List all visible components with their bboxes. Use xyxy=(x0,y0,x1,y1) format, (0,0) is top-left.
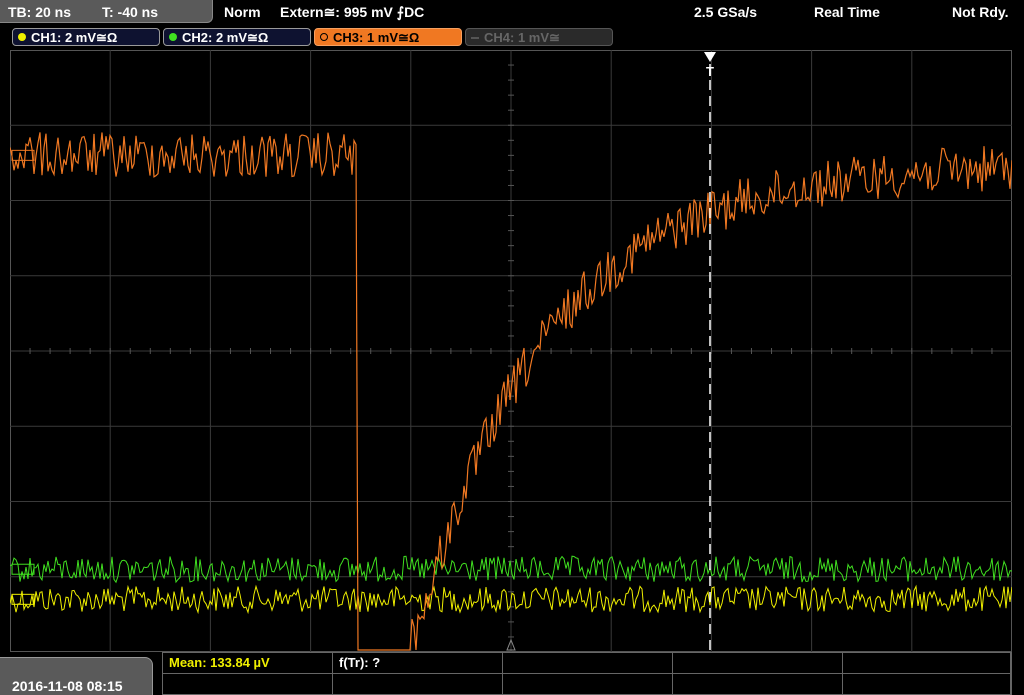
trigger-marker-label: T xyxy=(706,64,714,79)
channel-tab-ch4[interactable]: CH4: 1 mV≅ xyxy=(465,28,613,46)
channel-label: CH3: 1 mV≅Ω xyxy=(333,30,420,45)
trigger-arrow-icon xyxy=(704,52,716,62)
ch4-indicator-icon xyxy=(471,37,479,39)
channel-tab-ch2[interactable]: CH2: 2 mV≅Ω xyxy=(163,28,311,46)
ch1-indicator-icon xyxy=(18,33,26,41)
measurement-panel[interactable]: Mean: 133.84 µV f(Tr): ? xyxy=(162,652,1012,695)
timestamp-panel: 2016-11-08 08:15 xyxy=(0,657,153,695)
meas-cell xyxy=(503,653,673,674)
markers: T xyxy=(11,52,716,652)
meas-cell xyxy=(673,653,843,674)
meas-cell xyxy=(843,653,1011,674)
bottom-bar: 2016-11-08 08:15 Mean: 133.84 µV f(Tr): … xyxy=(0,652,1024,695)
mean-measurement[interactable]: Mean: 133.84 µV xyxy=(169,655,270,670)
channel-label: CH1: 2 mV≅Ω xyxy=(31,30,118,45)
channel-label: CH4: 1 mV≅ xyxy=(484,30,560,45)
trigger-time-readout[interactable]: T: -40 ns xyxy=(102,4,158,20)
channel-tab-ch3[interactable]: CH3: 1 mV≅Ω xyxy=(314,28,462,46)
meas-cell xyxy=(333,674,503,695)
meas-cell xyxy=(503,674,673,695)
channel-label: CH2: 2 mV≅Ω xyxy=(182,30,269,45)
meas-cell xyxy=(843,674,1011,695)
meas-cell xyxy=(163,674,333,695)
timebase-readout[interactable]: TB: 20 ns xyxy=(8,4,71,20)
waveform-svg: T xyxy=(10,50,1012,652)
ch2-indicator-icon xyxy=(169,33,177,41)
trigger-mode[interactable]: Norm xyxy=(224,4,261,20)
sample-rate: 2.5 GSa/s xyxy=(694,4,758,20)
ch3-indicator-icon xyxy=(320,33,328,41)
waveform-display[interactable]: T xyxy=(10,50,1012,652)
ch3-level-marker xyxy=(11,149,35,161)
risetime-measurement[interactable]: f(Tr): ? xyxy=(339,655,380,670)
acquisition-status: Not Rdy. xyxy=(952,4,1009,20)
status-bar: TB: 20 ns T: -40 ns Norm Extern≅: 995 mV… xyxy=(0,0,1024,24)
trigger-source[interactable]: Extern≅: 995 mV ⨍DC xyxy=(280,4,424,21)
timestamp: 2016-11-08 08:15 xyxy=(12,678,123,694)
meas-cell xyxy=(673,674,843,695)
acquisition-mode: Real Time xyxy=(814,4,880,20)
channel-tab-ch1[interactable]: CH1: 2 mV≅Ω xyxy=(12,28,160,46)
oscilloscope-screen: TB: 20 ns T: -40 ns Norm Extern≅: 995 mV… xyxy=(0,0,1024,695)
